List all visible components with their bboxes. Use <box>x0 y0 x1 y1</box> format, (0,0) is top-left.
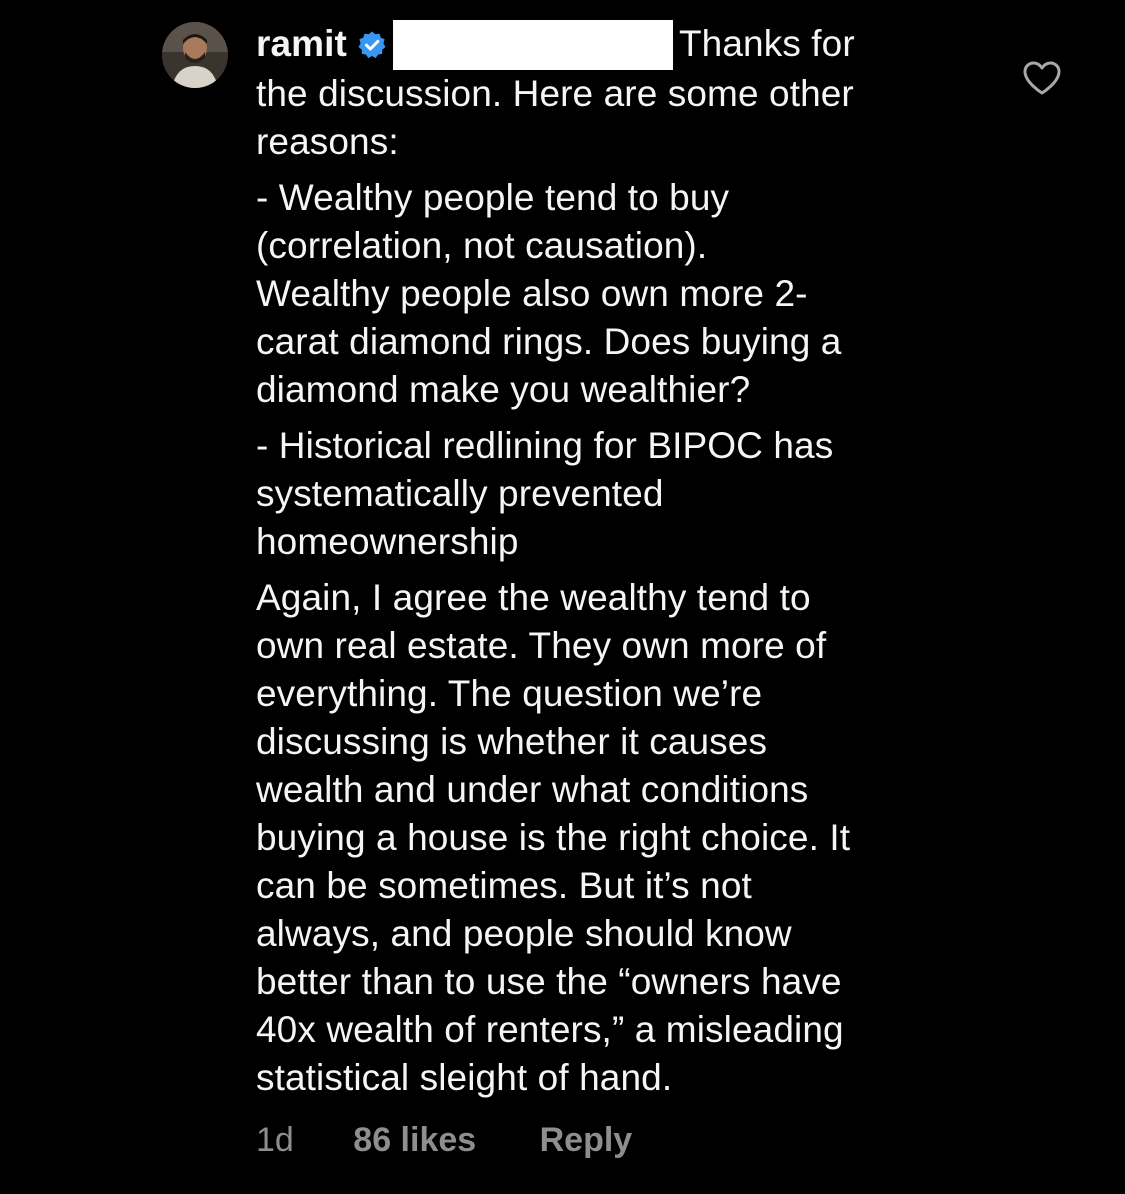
comment-first-line: ramit Thanks for <box>256 20 976 70</box>
redacted-mention <box>392 20 673 70</box>
comment: ramit Thanks for the discussion. Here ar… <box>0 0 1125 1194</box>
comment-body: ramit Thanks for the discussion. Here ar… <box>256 20 976 1102</box>
verified-badge-icon <box>358 31 386 59</box>
avatar-image <box>162 22 228 88</box>
comment-timestamp: 1d <box>256 1121 294 1159</box>
reply-button[interactable]: Reply <box>540 1118 633 1162</box>
comment-intro-text: the discussion. Here are some other reas… <box>256 73 854 162</box>
comment-meta: 1d 86 likes Reply <box>256 1118 632 1162</box>
likes-count[interactable]: 86 likes <box>353 1118 476 1162</box>
comment-paragraph: - Wealthy people tend to buy (correlatio… <box>256 177 842 410</box>
heart-outline-icon[interactable] <box>1022 60 1062 96</box>
comment-first-line-text: Thanks for <box>678 23 855 64</box>
username[interactable]: ramit <box>256 23 347 64</box>
comment-paragraph: - Historical redlining for BIPOC has sys… <box>256 425 834 562</box>
comment-paragraph: Again, I agree the wealthy tend to own r… <box>256 577 851 1098</box>
avatar[interactable] <box>162 22 228 88</box>
